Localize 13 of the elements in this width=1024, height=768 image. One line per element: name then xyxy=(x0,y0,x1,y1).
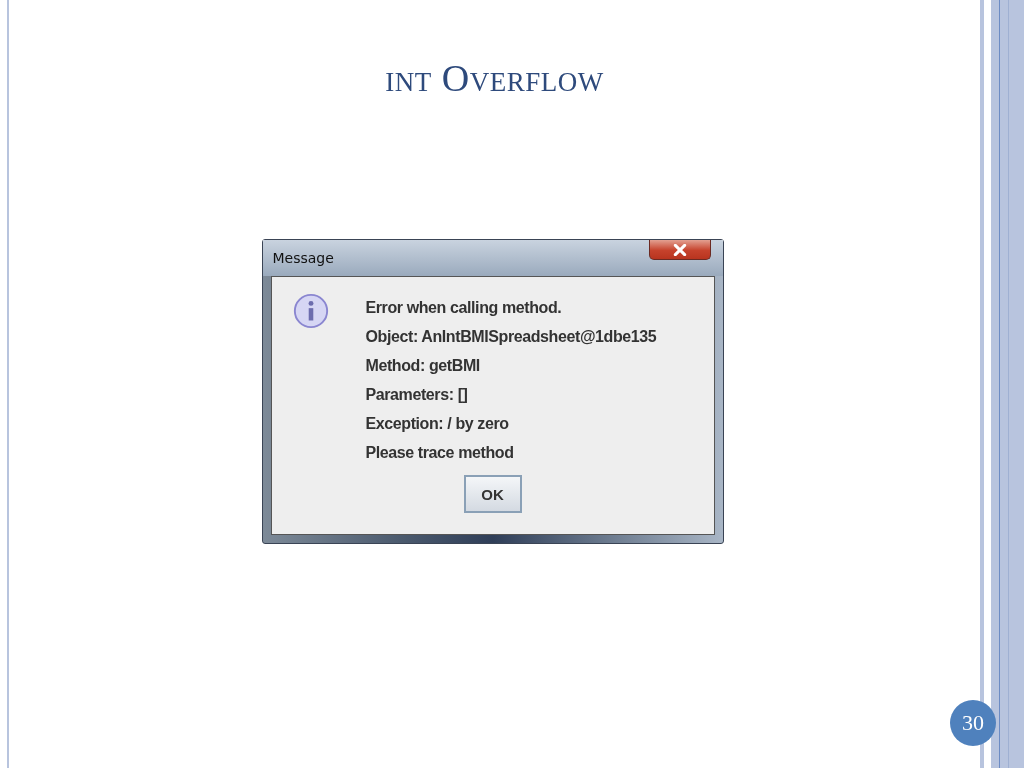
info-icon xyxy=(291,292,330,330)
message-line: Please trace method xyxy=(365,443,515,463)
message-line: Object: AnIntBMISpreadsheet@1dbe135 xyxy=(365,327,657,347)
message-line: Exception: / by zero xyxy=(365,414,510,434)
message-line: Method: getBMI xyxy=(365,356,481,376)
dialog-title: Message xyxy=(272,250,334,266)
message-line: Parameters: [] xyxy=(365,385,469,405)
ok-button[interactable]: OK xyxy=(463,475,522,513)
page-number: 30 xyxy=(950,700,996,746)
message-line: Error when calling method. xyxy=(365,298,563,318)
close-icon xyxy=(672,243,687,256)
slide-title: int Overflow xyxy=(385,56,604,100)
close-button[interactable] xyxy=(648,240,711,260)
